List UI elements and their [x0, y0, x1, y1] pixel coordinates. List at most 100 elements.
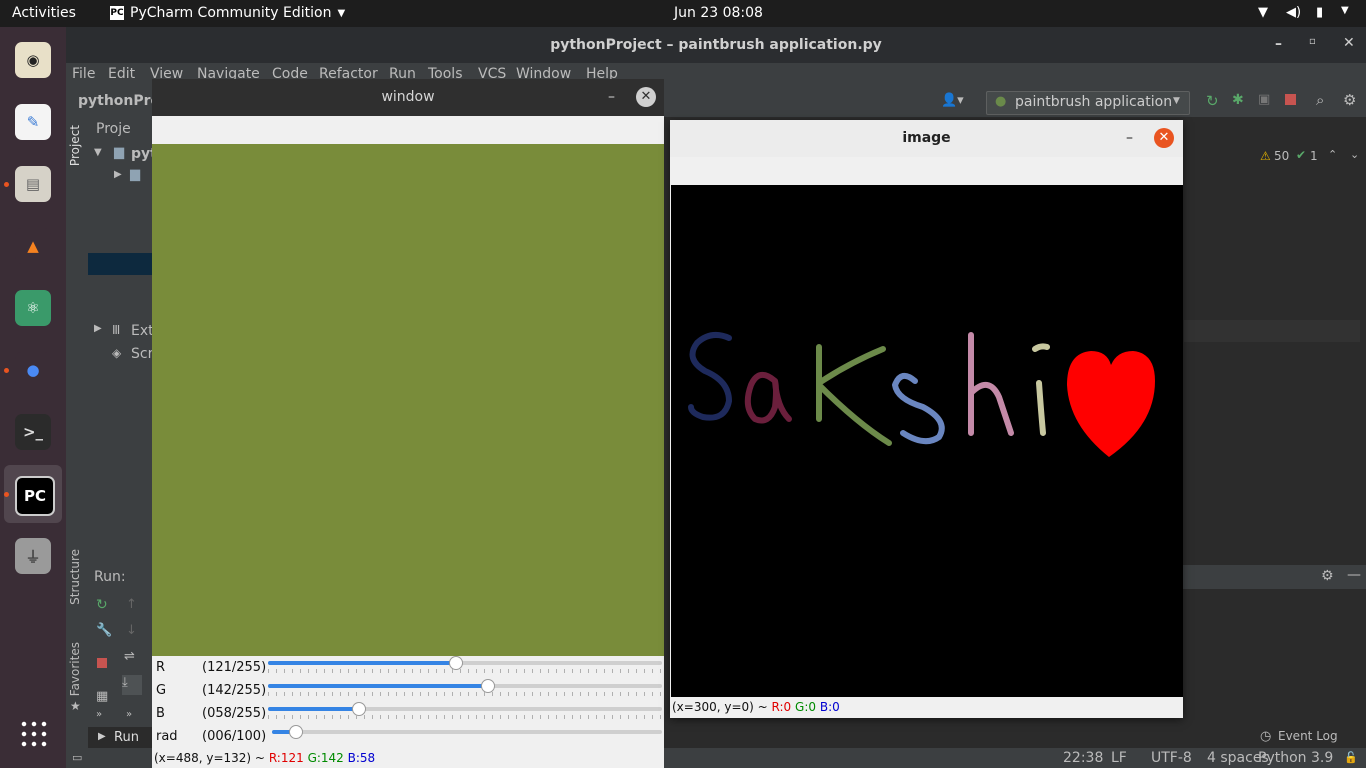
files-icon[interactable]: ▤: [15, 166, 51, 202]
tab-project[interactable]: Project: [68, 125, 82, 166]
run-config-label: paintbrush application: [1015, 94, 1173, 110]
trackbar-value: (142/255): [202, 683, 267, 698]
dock: ◉ ✎ ▤ ▲ ⚛ ● >_ PC ⏚: [0, 27, 66, 768]
close-icon[interactable]: ✕: [1343, 35, 1355, 51]
gear-icon[interactable]: ⚙: [1321, 568, 1334, 584]
trackbar-fill: [268, 707, 358, 711]
arrow-up-icon[interactable]: ↑: [126, 597, 137, 612]
trackbar-handle[interactable]: [351, 702, 366, 716]
tree-scratches[interactable]: Scr: [131, 346, 153, 362]
warning-count[interactable]: 50: [1274, 149, 1289, 163]
pixel-b: B:58: [347, 751, 376, 765]
pycharm-icon[interactable]: PC: [15, 476, 55, 516]
rerun-icon[interactable]: ↻: [1206, 92, 1219, 110]
trackbar-track[interactable]: [268, 656, 662, 670]
music-icon[interactable]: ◉: [15, 42, 51, 78]
running-indicator: [4, 368, 9, 373]
python-interpreter[interactable]: Python 3.9: [1258, 750, 1333, 766]
wifi-icon[interactable]: ▼: [1258, 5, 1268, 20]
clock[interactable]: Jun 23 08:08: [674, 5, 763, 21]
user-icon[interactable]: 👤▾: [941, 93, 964, 108]
chrome-icon[interactable]: ●: [15, 352, 51, 388]
tab-favorites[interactable]: Favorites: [68, 642, 82, 696]
chevron-down-icon[interactable]: ⌄: [1350, 148, 1359, 161]
run-panel-label: Run:: [94, 569, 126, 585]
drawing-canvas[interactable]: [671, 185, 1183, 697]
check-icon: ✔: [1296, 148, 1307, 162]
project-breadcrumb[interactable]: pythonPro: [78, 93, 160, 109]
system-menu-chevron-icon[interactable]: ▼: [1341, 5, 1349, 16]
image-window: image – ✕ (x=300, y=0) ~ R:0 G:0 B:0: [670, 120, 1183, 718]
vlc-icon[interactable]: ▲: [15, 228, 51, 264]
minimize-icon[interactable]: –: [1275, 36, 1282, 52]
close-icon[interactable]: ✕: [636, 87, 656, 107]
atom-icon[interactable]: ⚛: [15, 290, 51, 326]
trackbar-label: G: [156, 683, 167, 698]
check-count[interactable]: 1: [1310, 149, 1318, 163]
maximize-icon[interactable]: ▫: [1309, 36, 1316, 47]
folder-icon: ▆: [114, 145, 124, 160]
battery-icon[interactable]: ▮: [1316, 5, 1323, 20]
activities-button[interactable]: Activities: [12, 5, 76, 21]
event-log-button[interactable]: ◷ Event Log: [1260, 728, 1360, 748]
arrow-down-icon[interactable]: ↓: [126, 623, 137, 638]
show-applications-icon[interactable]: [19, 719, 47, 747]
more-icon[interactable]: »: [126, 709, 132, 720]
caret-position[interactable]: 22:38: [1063, 750, 1103, 766]
trackbar-ticks: [268, 692, 662, 696]
scroll-to-end-icon[interactable]: ⤓: [122, 675, 142, 695]
menu-file[interactable]: File: [72, 66, 95, 82]
minimize-icon[interactable]: –: [1126, 120, 1133, 157]
run-config-selector[interactable]: ● paintbrush application ▼: [986, 91, 1190, 115]
menu-edit[interactable]: Edit: [108, 66, 135, 82]
selected-tree-row[interactable]: [88, 253, 152, 275]
image-window-title-bar[interactable]: image – ✕: [670, 120, 1183, 157]
terminal-icon[interactable]: >_: [15, 414, 51, 450]
trackbar-handle[interactable]: [481, 679, 496, 693]
trackbar-handle[interactable]: [448, 656, 463, 670]
debug-icon[interactable]: ✱: [1232, 92, 1244, 108]
tab-structure[interactable]: Structure: [68, 549, 82, 605]
tree-external-libraries[interactable]: Ext: [131, 323, 154, 339]
stop-icon[interactable]: [97, 658, 107, 668]
trackbar-window-title-bar[interactable]: window – ✕: [152, 79, 664, 116]
more-icon[interactable]: »: [96, 709, 102, 720]
file-encoding[interactable]: UTF-8: [1151, 750, 1192, 766]
layout-icon[interactable]: ▦: [96, 689, 108, 704]
pycharm-title-bar: pythonProject – paintbrush application.p…: [66, 27, 1366, 63]
soft-wrap-icon[interactable]: ⇌: [124, 649, 135, 664]
trackbar-track[interactable]: [268, 702, 662, 716]
chevron-down-icon[interactable]: ▼: [94, 147, 102, 158]
color-preview-canvas[interactable]: [152, 144, 664, 656]
app-menu-label: PyCharm Community Edition: [130, 5, 332, 21]
app-menu[interactable]: PC PyCharm Community Edition ▼: [110, 5, 345, 21]
coverage-icon[interactable]: ▣: [1258, 92, 1270, 107]
chevron-right-icon[interactable]: ▶: [94, 323, 102, 334]
stroke-letter-s: [688, 331, 732, 421]
trackbar-window-status: (x=488, y=132) ~ R:121 G:142 B:58: [154, 751, 375, 765]
wrench-icon[interactable]: 🔧: [96, 623, 112, 638]
trackbar-handle[interactable]: [289, 725, 304, 739]
panel-toggle-icon[interactable]: ▭: [72, 751, 82, 764]
search-icon[interactable]: ⌕: [1316, 91, 1324, 109]
trackbar-b: B (058/255): [152, 702, 664, 726]
trackbar-ticks: [268, 715, 662, 719]
gear-icon[interactable]: ⚙: [1343, 91, 1356, 109]
chevron-up-icon[interactable]: ⌃: [1328, 148, 1337, 161]
pixel-r: R:0: [771, 700, 792, 714]
project-panel-title[interactable]: Proje: [96, 121, 131, 137]
rerun-icon[interactable]: ↻: [96, 597, 108, 613]
caret-row-highlight: [1184, 320, 1360, 342]
stop-icon[interactable]: [1285, 94, 1296, 105]
chevron-right-icon[interactable]: ▶: [114, 169, 122, 180]
trackbar-track[interactable]: [268, 679, 662, 693]
usb-icon[interactable]: ⏚: [15, 538, 51, 574]
trackbar-track[interactable]: [272, 725, 662, 739]
hide-panel-icon[interactable]: —: [1347, 567, 1361, 583]
close-icon[interactable]: ✕: [1154, 128, 1174, 148]
lock-icon[interactable]: 🔓: [1344, 751, 1358, 764]
minimize-icon[interactable]: –: [608, 79, 615, 116]
line-separator[interactable]: LF: [1111, 750, 1127, 766]
volume-icon[interactable]: ◀): [1286, 5, 1301, 20]
text-editor-icon[interactable]: ✎: [15, 104, 51, 140]
